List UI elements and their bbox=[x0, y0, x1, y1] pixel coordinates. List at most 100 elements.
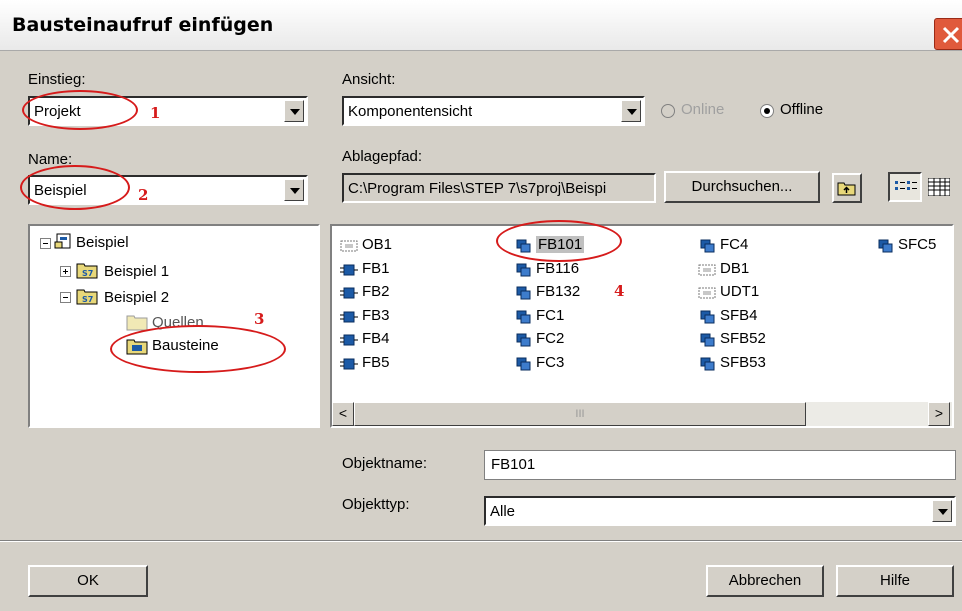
folder-icon: S7 bbox=[76, 263, 98, 279]
path-value: C:\Program Files\STEP 7\s7proj\Beispi bbox=[348, 180, 607, 197]
insert-block-call-dialog: Bausteinaufruf einfügen Einstieg: Projek… bbox=[0, 0, 962, 611]
chevron-down-icon[interactable] bbox=[621, 100, 641, 122]
svg-text:S7: S7 bbox=[82, 269, 93, 278]
object-name-field[interactable]: FB101 bbox=[484, 450, 956, 480]
chevron-down-icon[interactable] bbox=[284, 100, 304, 122]
horizontal-scrollbar[interactable]: < III > bbox=[332, 402, 952, 426]
block-icon bbox=[698, 239, 716, 257]
offline-radio[interactable] bbox=[760, 104, 774, 118]
block-item-fb116[interactable]: FB116 bbox=[514, 260, 664, 280]
help-button[interactable]: Hilfe bbox=[836, 565, 954, 597]
block-label: FC2 bbox=[536, 330, 565, 347]
object-type-value: Alle bbox=[490, 503, 516, 520]
block-item-sfc5[interactable]: SFC5 bbox=[876, 236, 962, 256]
object-type-combobox[interactable]: Alle bbox=[484, 496, 956, 526]
block-list[interactable]: OB1 FB1 FB2 FB3 FB4 FB5 FB101 FB116 FB132 FC1 FC2 F… bbox=[330, 224, 954, 428]
block-label: FC1 bbox=[536, 306, 565, 324]
tree-item-root[interactable]: Beispiel bbox=[76, 234, 129, 251]
collapse-toggle[interactable] bbox=[60, 292, 71, 303]
block-label: FC3 bbox=[536, 353, 565, 371]
list-view-icon bbox=[895, 181, 917, 190]
block-item-fc2[interactable]: FC2 bbox=[514, 330, 664, 350]
close-button[interactable] bbox=[934, 18, 962, 50]
object-name-value: FB101 bbox=[491, 456, 536, 473]
block-label: DB1 bbox=[720, 259, 750, 277]
view-label: Ansicht: bbox=[342, 71, 396, 88]
block-item-udt1[interactable]: UDT1 bbox=[698, 283, 848, 303]
cancel-button[interactable]: Abbrechen bbox=[706, 565, 824, 597]
block-item-fb5[interactable]: FB5 bbox=[340, 354, 490, 374]
list-view-button[interactable] bbox=[888, 172, 922, 202]
block-item-fb2[interactable]: FB2 bbox=[340, 283, 490, 303]
block-item-fc3[interactable]: FC3 bbox=[514, 354, 664, 374]
tree-item-beispiel-1[interactable]: Beispiel 1 bbox=[104, 263, 169, 280]
annotation-circle bbox=[110, 325, 286, 373]
folder-icon: S7 bbox=[76, 289, 98, 305]
offline-label: Offline bbox=[780, 101, 824, 118]
online-radio[interactable] bbox=[661, 104, 675, 118]
block-label: SFB53 bbox=[720, 353, 766, 371]
path-label: Ablagepfad: bbox=[342, 148, 423, 165]
tree-item-beispiel-2[interactable]: Beispiel 2 bbox=[104, 289, 169, 306]
block-label: FB116 bbox=[536, 259, 580, 277]
block-item-sfb52[interactable]: SFB52 bbox=[698, 330, 848, 350]
annotation-number: 3 bbox=[254, 310, 265, 328]
block-item-sfb53[interactable]: SFB53 bbox=[698, 354, 848, 374]
block-icon bbox=[340, 310, 358, 328]
annotation-circle bbox=[20, 165, 130, 210]
block-icon bbox=[698, 286, 716, 304]
chevron-down-icon[interactable] bbox=[284, 179, 304, 201]
block-label: FB1 bbox=[362, 259, 390, 277]
block-item-fb3[interactable]: FB3 bbox=[340, 307, 490, 327]
block-icon bbox=[514, 333, 532, 351]
collapse-toggle[interactable] bbox=[40, 238, 51, 249]
folder-up-icon bbox=[837, 182, 856, 196]
block-label: FB2 bbox=[362, 283, 390, 300]
block-item-ob1[interactable]: OB1 bbox=[340, 236, 490, 256]
object-type-label: Objekttyp: bbox=[342, 496, 410, 513]
close-icon bbox=[942, 26, 960, 44]
block-icon bbox=[876, 239, 894, 257]
view-combobox[interactable]: Komponentensicht bbox=[342, 96, 645, 126]
browse-button[interactable]: Durchsuchen... bbox=[664, 171, 820, 203]
block-icon bbox=[698, 357, 716, 375]
up-folder-button[interactable] bbox=[832, 173, 862, 203]
block-item-fb1[interactable]: FB1 bbox=[340, 260, 490, 280]
window-title: Bausteinaufruf einfügen bbox=[12, 14, 274, 36]
block-item-fb4[interactable]: FB4 bbox=[340, 330, 490, 350]
expand-toggle[interactable] bbox=[60, 266, 71, 277]
block-icon bbox=[340, 239, 358, 257]
block-item-fb132[interactable]: FB132 bbox=[514, 283, 664, 303]
scroll-thumb[interactable]: III bbox=[354, 402, 806, 426]
chevron-down-icon[interactable] bbox=[932, 500, 952, 522]
block-item-fc1[interactable]: FC1 bbox=[514, 307, 664, 327]
block-item-sfb4[interactable]: SFB4 bbox=[698, 307, 848, 327]
block-icon bbox=[698, 310, 716, 328]
block-icon bbox=[514, 357, 532, 375]
block-label: FC4 bbox=[720, 236, 749, 253]
scroll-right-button[interactable]: > bbox=[928, 402, 950, 426]
block-icon bbox=[698, 333, 716, 351]
block-label: FB5 bbox=[362, 353, 390, 371]
block-label: SFB4 bbox=[720, 306, 758, 324]
block-icon bbox=[340, 333, 358, 351]
svg-text:S7: S7 bbox=[82, 295, 93, 304]
block-label: SFC5 bbox=[898, 236, 937, 253]
annotation-number: 2 bbox=[138, 186, 149, 204]
path-field: C:\Program Files\STEP 7\s7proj\Beispi bbox=[342, 173, 656, 203]
block-label: FB3 bbox=[362, 306, 390, 324]
block-icon bbox=[514, 286, 532, 304]
block-item-fc4[interactable]: FC4 bbox=[698, 236, 848, 256]
detail-view-button[interactable] bbox=[924, 173, 954, 203]
block-item-db1[interactable]: DB1 bbox=[698, 260, 848, 280]
sources-folder-icon bbox=[126, 315, 148, 331]
entry-label: Einstieg: bbox=[28, 71, 86, 88]
separator-highlight bbox=[0, 541, 962, 542]
annotation-circle bbox=[496, 220, 622, 262]
scroll-left-button[interactable]: < bbox=[332, 402, 354, 426]
detail-view-icon bbox=[928, 178, 950, 196]
block-label: OB1 bbox=[362, 236, 393, 253]
block-icon bbox=[340, 263, 358, 281]
block-label: UDT1 bbox=[720, 283, 760, 300]
ok-button[interactable]: OK bbox=[28, 565, 148, 597]
